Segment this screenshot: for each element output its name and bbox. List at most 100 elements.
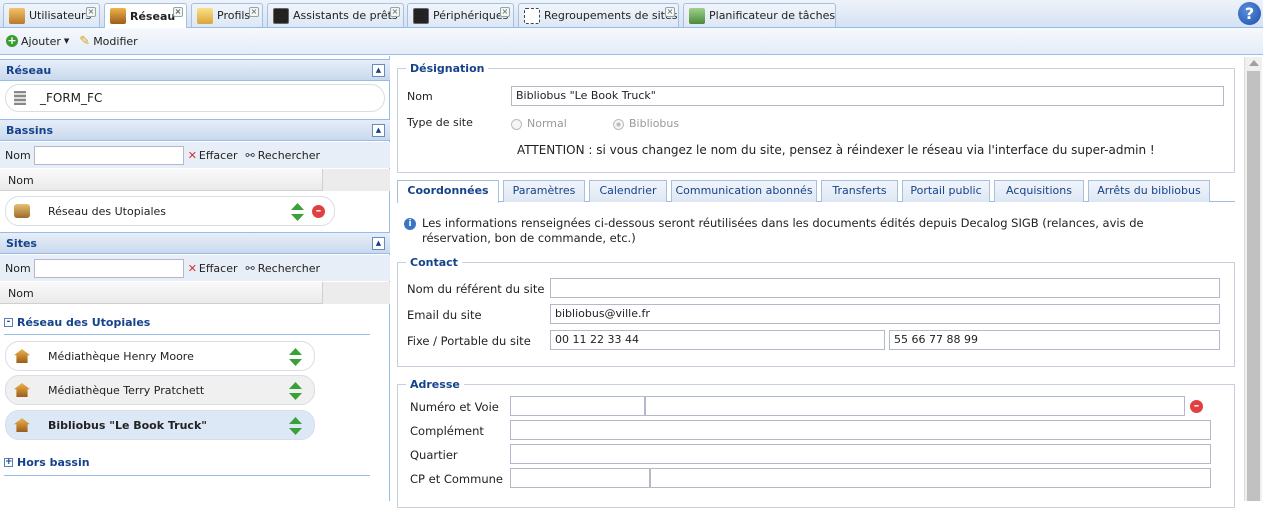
reorder-icon[interactable] (289, 348, 302, 366)
sites-col-name: Nom (8, 287, 34, 300)
tab-peripheriques[interactable]: Périphériques × (407, 3, 514, 27)
quartier-input[interactable] (510, 444, 1211, 464)
phone-fixe-input[interactable]: 00 11 22 33 44 (550, 330, 885, 350)
binoculars-icon: ⚯ (245, 261, 255, 275)
reseau-title: Réseau (6, 64, 52, 77)
edit-button[interactable]: ✎ Modifier (79, 34, 137, 49)
designation-legend: Désignation (410, 62, 485, 75)
subtab-acquisitions[interactable]: Acquisitions (994, 180, 1084, 202)
tab-planificateur[interactable]: Planificateur de tâches (683, 3, 836, 27)
site-item[interactable]: Médiathèque Henry Moore (5, 341, 315, 371)
clear-icon: ✕ (187, 261, 197, 275)
terminal-icon (273, 7, 289, 24)
tab-label: Réseau (130, 9, 176, 23)
site-name-input[interactable]: Bibliobus "Le Book Truck" (511, 86, 1224, 106)
help-icon[interactable]: ? (1238, 2, 1261, 25)
expand-group-icon[interactable]: + (4, 458, 13, 467)
sites-panel-header: Sites ▲ (0, 232, 390, 254)
bassin-item[interactable]: Réseau des Utopiales – (5, 196, 335, 226)
sites-group-hors-bassin[interactable]: + Hors bassin (4, 456, 90, 469)
close-icon[interactable]: × (249, 7, 259, 17)
tab-regroupements-sites[interactable]: Regroupements de sites × (518, 3, 679, 27)
sites-search-row: Nom ✕ Effacer ⚯ Rechercher (0, 255, 390, 281)
subtab-arrets-bibliobus[interactable]: Arrêts du bibliobus (1088, 180, 1210, 202)
referent-label: Nom du référent du site (407, 282, 545, 296)
commune-input[interactable] (650, 468, 1211, 488)
numero-input[interactable] (510, 396, 645, 416)
scrollbar-thumb[interactable] (1247, 71, 1260, 501)
phone-mobile-input[interactable]: 55 66 77 88 99 (889, 330, 1220, 350)
type-bibliobus-radio[interactable]: Bibliobus (613, 117, 679, 130)
tab-utilisateurs[interactable]: Utilisateurs × (3, 3, 100, 27)
subtab-coordonnees[interactable]: Coordonnées (397, 180, 499, 203)
remove-icon[interactable]: – (312, 205, 325, 218)
adresse-legend: Adresse (410, 378, 460, 391)
site-item-selected[interactable]: Bibliobus "Le Book Truck" (5, 410, 315, 440)
subtab-parametres[interactable]: Paramètres (503, 180, 585, 202)
grid-header-spacer (322, 282, 390, 304)
add-icon: + (6, 34, 18, 47)
tab-reseau[interactable]: Réseau × (104, 3, 187, 28)
bassins-panel-header: Bassins ▲ (0, 119, 390, 141)
left-panel: Réseau ▲ _FORM_FC Bassins ▲ Nom ✕ Efface… (0, 56, 390, 501)
site-item[interactable]: Médiathèque Terry Pratchett (5, 375, 315, 405)
site-name-label: Nom (407, 90, 433, 103)
home-icon (14, 349, 30, 363)
collapse-icon[interactable]: ▲ (372, 124, 385, 137)
subtab-transferts[interactable]: Transferts (821, 180, 898, 202)
reorder-icon[interactable] (289, 417, 302, 435)
close-icon[interactable]: × (665, 7, 675, 17)
home-icon (110, 8, 126, 24)
info-text: Les informations renseignées ci-dessous … (422, 216, 1144, 245)
sites-group-utopiales[interactable]: - Réseau des Utopiales (4, 316, 150, 329)
close-icon[interactable]: × (500, 7, 510, 17)
bassins-name-label: Nom (5, 148, 31, 162)
sites-name-label: Nom (5, 261, 31, 275)
bassins-clear-button[interactable]: Effacer (199, 149, 238, 162)
sites-search-input[interactable] (33, 258, 184, 278)
site-item-label: Bibliobus "Le Book Truck" (48, 418, 208, 432)
tab-profils[interactable]: Profils × (191, 3, 263, 27)
type-normal-radio[interactable]: Normal (511, 117, 567, 130)
site-type-label: Type de site (407, 116, 473, 129)
collapse-icon[interactable]: ▲ (372, 237, 385, 250)
bassins-search-button[interactable]: Rechercher (258, 149, 320, 162)
collapse-icon[interactable]: ▲ (372, 64, 385, 77)
add-button[interactable]: + Ajouter ▼ (6, 35, 69, 48)
reorder-icon[interactable] (289, 382, 302, 400)
referent-input[interactable] (550, 278, 1220, 298)
close-icon[interactable]: × (390, 7, 400, 17)
reorder-icon[interactable] (291, 203, 304, 221)
cp-commune-label: CP et Commune (410, 472, 503, 486)
sites-other-group-label: Hors bassin (17, 456, 90, 469)
email-input[interactable]: bibliobus@ville.fr (550, 304, 1220, 324)
sites-search-button[interactable]: Rechercher (258, 262, 320, 275)
close-icon[interactable]: × (173, 7, 183, 17)
remove-address-icon[interactable]: – (1190, 400, 1203, 413)
quartier-label: Quartier (410, 448, 458, 462)
group-icon (14, 204, 30, 218)
bassins-search-input[interactable] (33, 145, 184, 165)
cp-input[interactable] (510, 468, 650, 488)
subtab-communication[interactable]: Communication abonnés (671, 180, 817, 202)
building-icon (14, 91, 26, 105)
subtab-calendrier[interactable]: Calendrier (589, 180, 667, 202)
vertical-scrollbar[interactable] (1244, 57, 1262, 501)
users-icon (9, 7, 25, 24)
sites-clear-button[interactable]: Effacer (199, 262, 238, 275)
tab-assistants-prets[interactable]: Assistants de prêts × (267, 3, 404, 27)
main-tab-bar: Utilisateurs × Réseau × Profils × Assist… (0, 0, 1263, 28)
terminal-icon (413, 7, 429, 24)
voie-input[interactable] (645, 396, 1185, 416)
group-divider (4, 475, 370, 476)
bassin-item-label: Réseau des Utopiales (48, 204, 167, 218)
collapse-group-icon[interactable]: - (4, 318, 13, 327)
scheduler-icon (689, 7, 705, 24)
subtab-portail-public[interactable]: Portail public (902, 180, 990, 202)
email-label: Email du site (407, 308, 482, 322)
complement-input[interactable] (510, 420, 1211, 440)
reseau-item[interactable]: _FORM_FC (5, 84, 385, 112)
scroll-up-icon[interactable] (1249, 60, 1259, 66)
contact-legend: Contact (410, 256, 458, 269)
close-icon[interactable]: × (86, 7, 96, 17)
